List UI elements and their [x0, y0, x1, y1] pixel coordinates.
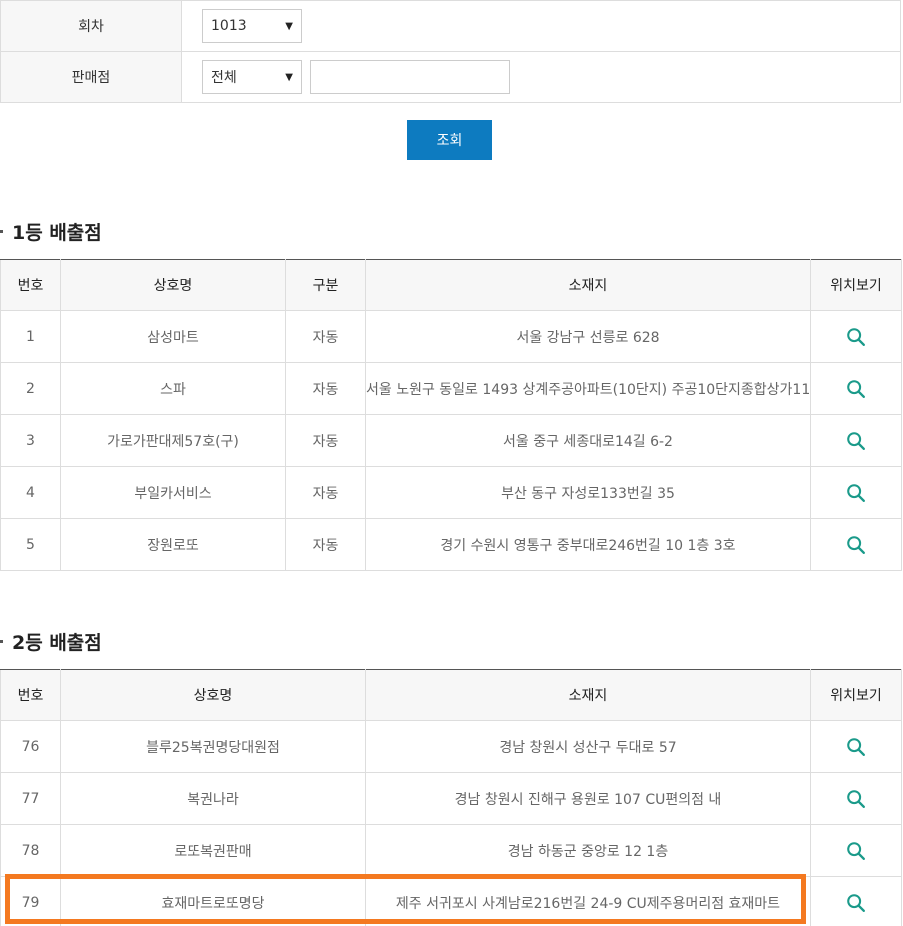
cell-no: 4 — [0, 466, 61, 519]
col-header: 구분 — [285, 259, 366, 311]
submit-button[interactable]: 조회 — [407, 120, 492, 160]
locate-cell[interactable] — [810, 772, 902, 825]
table-row: 5 장원로또 자동 경기 수원시 영통구 중부대로246번길 10 1층 3호 — [0, 518, 902, 571]
table-row: 4 부일카서비스 자동 부산 동구 자성로133번길 35 — [0, 466, 902, 519]
round-label: 회차 — [0, 0, 182, 52]
locate-cell[interactable] — [810, 466, 902, 519]
search-icon[interactable] — [845, 736, 867, 758]
search-icon[interactable] — [845, 482, 867, 504]
table-row: 78 로또복권판매 경남 하동군 중앙로 12 1층 — [0, 824, 902, 877]
cell-name: 삼성마트 — [60, 310, 286, 363]
store-select-value: 전체 — [211, 70, 237, 86]
col-header: 위치보기 — [810, 669, 902, 721]
store-select[interactable]: 전체 ▼ — [202, 60, 302, 94]
search-icon[interactable] — [845, 430, 867, 452]
cell-no: 78 — [0, 824, 61, 877]
locate-cell[interactable] — [810, 310, 902, 363]
search-icon[interactable] — [845, 378, 867, 400]
table-row: 77 복권나라 경남 창원시 진해구 용원로 107 CU편의점 내 — [0, 772, 902, 825]
col-header: 상호명 — [60, 669, 366, 721]
locate-cell[interactable] — [810, 414, 902, 467]
locate-cell[interactable] — [810, 362, 902, 415]
cell-no: 3 — [0, 414, 61, 467]
cell-addr: 부산 동구 자성로133번길 35 — [365, 466, 811, 519]
store-search-input[interactable] — [310, 60, 511, 94]
cell-name: 복권나라 — [60, 772, 366, 825]
cell-no: 5 — [0, 518, 61, 571]
cell-addr: 서울 중구 세종대로14길 6-2 — [365, 414, 811, 467]
cell-name: 효재마트로또명당 — [60, 876, 366, 926]
table-header-row: 번호 상호명 소재지 위치보기 — [0, 669, 902, 721]
col-header: 위치보기 — [810, 259, 902, 311]
store-label: 판매점 — [0, 51, 182, 103]
search-icon[interactable] — [845, 326, 867, 348]
locate-cell[interactable] — [810, 876, 902, 926]
cell-addr: 제주 서귀포시 사계남로216번길 24-9 CU제주용머리점 효재마트 — [365, 876, 811, 926]
table-header-row: 번호 상호명 구분 소재지 위치보기 — [0, 259, 902, 311]
table-row: 76 블루25복권명당대원점 경남 창원시 성산구 두대로 57 — [0, 720, 902, 773]
caret-down-icon: ▼ — [285, 20, 293, 32]
first-prize-title: 1등 배출점 — [0, 218, 102, 245]
cell-no: 76 — [0, 720, 61, 773]
cell-type: 자동 — [285, 310, 366, 363]
search-icon[interactable] — [845, 788, 867, 810]
col-header: 상호명 — [60, 259, 286, 311]
round-select-value: 1013 — [211, 18, 247, 34]
caret-down-icon: ▼ — [285, 71, 293, 83]
col-header: 번호 — [0, 669, 61, 721]
first-prize-table: 번호 상호명 구분 소재지 위치보기 1 삼성마트 자동 서울 강남구 선릉로 628… — [0, 259, 902, 571]
cell-type: 자동 — [285, 414, 366, 467]
cell-name: 가로가판대제57호(구) — [60, 414, 286, 467]
col-header: 소재지 — [365, 259, 811, 311]
cell-no: 2 — [0, 362, 61, 415]
locate-cell[interactable] — [810, 518, 902, 571]
cell-name: 부일카서비스 — [60, 466, 286, 519]
cell-no: 79 — [0, 876, 61, 926]
cell-addr: 서울 강남구 선릉로 628 — [365, 310, 811, 363]
cell-name: 스파 — [60, 362, 286, 415]
bullet-icon — [0, 640, 3, 643]
cell-no: 77 — [0, 772, 61, 825]
cell-name: 블루25복권명당대원점 — [60, 720, 366, 773]
col-header: 소재지 — [365, 669, 811, 721]
cell-addr: 경기 수원시 영통구 중부대로246번길 10 1층 3호 — [365, 518, 811, 571]
cell-type: 자동 — [285, 362, 366, 415]
cell-addr: 경남 하동군 중앙로 12 1층 — [365, 824, 811, 877]
search-icon[interactable] — [845, 534, 867, 556]
cell-addr: 경남 창원시 성산구 두대로 57 — [365, 720, 811, 773]
round-select[interactable]: 1013 ▼ — [202, 9, 302, 43]
table-row: 1 삼성마트 자동 서울 강남구 선릉로 628 — [0, 310, 902, 363]
table-row: 3 가로가판대제57호(구) 자동 서울 중구 세종대로14길 6-2 — [0, 414, 902, 467]
table-row: 79 효재마트로또명당 제주 서귀포시 사계남로216번길 24-9 CU제주용머리… — [0, 876, 902, 926]
second-prize-title-text: 2등 배출점 — [12, 632, 102, 654]
first-prize-title-text: 1등 배출점 — [12, 222, 102, 244]
second-prize-table: 번호 상호명 소재지 위치보기 76 블루25복권명당대원점 경남 창원시 성산구 … — [0, 669, 902, 926]
second-prize-title: 2등 배출점 — [0, 628, 102, 655]
cell-name: 장원로또 — [60, 518, 286, 571]
bullet-icon — [0, 230, 3, 233]
col-header: 번호 — [0, 259, 61, 311]
cell-type: 자동 — [285, 518, 366, 571]
cell-type: 자동 — [285, 466, 366, 519]
cell-addr: 경남 창원시 진해구 용원로 107 CU편의점 내 — [365, 772, 811, 825]
locate-cell[interactable] — [810, 720, 902, 773]
cell-name: 로또복권판매 — [60, 824, 366, 877]
cell-addr: 서울 노원구 동일로 1493 상계주공아파트(10단지) 주공10단지종합상가… — [365, 362, 811, 415]
table-row: 2 스파 자동 서울 노원구 동일로 1493 상계주공아파트(10단지) 주공10단… — [0, 362, 902, 415]
search-form: 회차 1013 ▼ 판매점 전체 ▼ — [0, 0, 901, 103]
search-icon[interactable] — [845, 840, 867, 862]
cell-no: 1 — [0, 310, 61, 363]
locate-cell[interactable] — [810, 824, 902, 877]
search-icon[interactable] — [845, 892, 867, 914]
